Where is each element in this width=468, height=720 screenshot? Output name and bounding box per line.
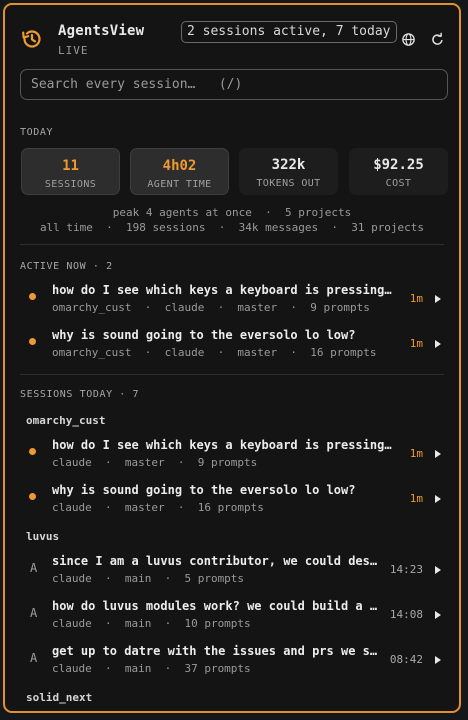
history-clock-icon — [22, 30, 41, 48]
play-icon[interactable] — [435, 611, 441, 619]
header: AgentsView LIVE 2 sessions active, 7 tod… — [5, 5, 459, 69]
agent-marker-icon: A — [30, 606, 38, 620]
play-icon[interactable] — [435, 495, 441, 503]
stat-label: COST — [385, 178, 412, 189]
active-session-row[interactable]: how do I see which keys a keyboard is pr… — [20, 280, 448, 320]
session-title: how do I see which keys a keyboard is pr… — [52, 438, 396, 452]
refresh-icon[interactable] — [430, 32, 445, 47]
divider — [20, 374, 444, 375]
play-icon[interactable] — [435, 566, 441, 574]
session-meta: omarchy_cust · claude · master · 16 prom… — [52, 346, 377, 359]
stat-value: 11 — [62, 158, 79, 174]
session-time: 14:08 — [389, 608, 423, 621]
stat-cost: $92.25 COST — [349, 148, 448, 195]
active-dot-icon — [29, 293, 36, 300]
session-row[interactable]: A since I am a luvus contributor, we cou… — [20, 551, 448, 591]
session-meta: claude · master · 16 prompts — [52, 501, 264, 514]
agent-marker-icon: A — [30, 651, 38, 665]
stat-agent-time: 4h02 AGENT TIME — [130, 148, 229, 195]
stat-label: TOKENS OUT — [256, 178, 321, 189]
stat-sessions: 11 SESSIONS — [21, 148, 120, 195]
stat-tokens-out: 322k TOKENS OUT — [239, 148, 338, 195]
today-summary: peak 4 agents at once · 5 projects — [112, 206, 352, 219]
session-time: 1m — [409, 337, 423, 350]
session-time: 1m — [409, 492, 423, 505]
session-meta: claude · main · 37 prompts — [52, 662, 251, 675]
active-dot-icon — [29, 493, 36, 500]
session-title: how do luvus modules work? we could buil… — [52, 599, 382, 613]
today-label: TODAY — [20, 127, 54, 138]
live-status: LIVE — [58, 44, 89, 57]
play-icon[interactable] — [435, 450, 441, 458]
stat-value: $92.25 — [373, 157, 424, 173]
session-meta: claude · master · 9 prompts — [52, 456, 258, 469]
project-group-label: luvus — [26, 530, 60, 543]
agent-marker-icon: A — [30, 561, 38, 575]
sessions-today-label: SESSIONS TODAY · 7 — [20, 389, 140, 400]
session-meta: claude · main · 10 prompts — [52, 617, 251, 630]
stat-value: 4h02 — [162, 158, 197, 174]
active-dot-icon — [29, 338, 36, 345]
stat-label: AGENT TIME — [147, 179, 212, 190]
sessions-status-badge: 2 sessions active, 7 today — [181, 21, 397, 43]
stat-label: SESSIONS — [44, 179, 97, 190]
session-row[interactable]: A get up to datre with the issues and pr… — [20, 641, 448, 681]
active-session-row[interactable]: why is sound going to the eversolo lo lo… — [20, 325, 448, 365]
play-icon[interactable] — [435, 295, 441, 303]
session-row[interactable]: A how do luvus modules work? we could bu… — [20, 596, 448, 636]
session-title: why is sound going to the eversolo lo lo… — [52, 328, 356, 342]
alltime-summary: all time · 198 sessions · 34k messages ·… — [39, 221, 425, 234]
app-title: AgentsView — [58, 23, 145, 39]
stat-value: 322k — [271, 157, 306, 173]
session-time: 14:23 — [389, 563, 423, 576]
session-meta: omarchy_cust · claude · master · 9 promp… — [52, 301, 370, 314]
project-group-label: solid_next — [26, 691, 93, 704]
active-now-label: ACTIVE NOW · 2 — [20, 261, 113, 272]
play-icon[interactable] — [435, 656, 441, 664]
agents-view-panel: AgentsView LIVE 2 sessions active, 7 tod… — [3, 3, 461, 713]
divider — [20, 244, 444, 245]
session-row[interactable]: how do I see which keys a keyboard is pr… — [20, 435, 448, 475]
session-title: why is sound going to the eversolo lo lo… — [52, 483, 356, 497]
session-title: get up to datre with the issues and prs … — [52, 644, 382, 658]
session-time: 1m — [409, 447, 423, 460]
session-time: 08:42 — [389, 653, 423, 666]
session-title: how do I see which keys a keyboard is pr… — [52, 283, 396, 297]
session-meta: claude · main · 5 prompts — [52, 572, 245, 585]
session-title: since I am a luvus contributor, we could… — [52, 554, 382, 568]
search-input[interactable] — [20, 69, 448, 100]
session-row[interactable]: why is sound going to the eversolo lo lo… — [20, 480, 448, 520]
project-group-label: omarchy_cust — [26, 414, 106, 427]
session-time: 1m — [409, 292, 423, 305]
active-dot-icon — [29, 448, 36, 455]
play-icon[interactable] — [435, 340, 441, 348]
globe-icon[interactable] — [401, 32, 416, 47]
